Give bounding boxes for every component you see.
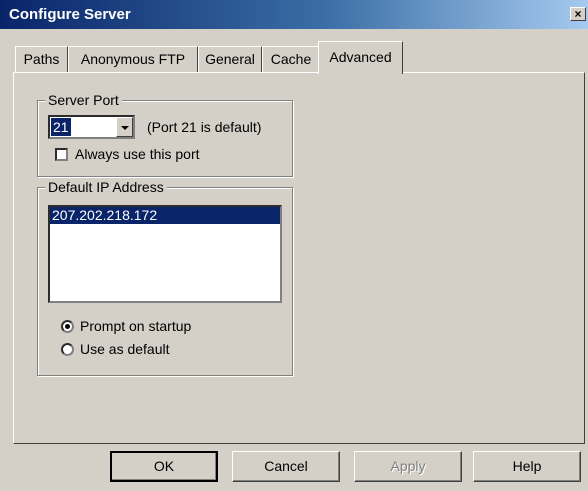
always-use-port-checkbox[interactable] xyxy=(55,148,68,161)
port-default-hint: (Port 21 is default) xyxy=(147,119,262,135)
port-value: 21 xyxy=(51,118,71,136)
title-bar: Configure Server × xyxy=(0,0,588,29)
prompt-on-startup-label[interactable]: Prompt on startup xyxy=(80,318,191,334)
tab-label: Paths xyxy=(23,51,60,67)
chevron-down-icon[interactable] xyxy=(116,117,133,137)
tab-paths[interactable]: Paths xyxy=(15,46,68,73)
tab-label: General xyxy=(205,51,255,67)
cancel-button[interactable]: Cancel xyxy=(232,451,340,482)
list-item[interactable]: 207.202.218.172 xyxy=(50,207,280,224)
close-icon: × xyxy=(574,7,582,21)
server-port-group-label: Server Port xyxy=(45,92,122,108)
tab-anonymous-ftp[interactable]: Anonymous FTP xyxy=(68,46,198,73)
server-port-group: Server Port 21 (Port 21 is default) Alwa… xyxy=(37,92,293,177)
tab-label: Anonymous FTP xyxy=(80,51,186,67)
tab-cache[interactable]: Cache xyxy=(262,46,320,73)
tab-label: Advanced xyxy=(329,49,392,65)
tab-advanced[interactable]: Advanced xyxy=(318,41,403,74)
help-button[interactable]: Help xyxy=(473,451,581,482)
tab-label: Cache xyxy=(270,51,312,67)
always-use-port-label[interactable]: Always use this port xyxy=(75,146,200,162)
window-title: Configure Server xyxy=(9,6,131,23)
ok-button[interactable]: OK xyxy=(110,451,218,482)
default-ip-group: Default IP Address 207.202.218.172 Promp… xyxy=(37,179,293,376)
port-combobox[interactable]: 21 xyxy=(48,115,135,139)
prompt-on-startup-radio[interactable] xyxy=(61,320,74,333)
close-button[interactable]: × xyxy=(570,7,586,21)
advanced-panel: Server Port 21 (Port 21 is default) Alwa… xyxy=(13,72,585,444)
ip-address-listbox[interactable]: 207.202.218.172 xyxy=(48,205,282,303)
tab-general[interactable]: General xyxy=(198,46,262,73)
default-ip-group-label: Default IP Address xyxy=(45,179,167,195)
apply-button[interactable]: Apply xyxy=(354,451,462,482)
use-as-default-label[interactable]: Use as default xyxy=(80,341,170,357)
use-as-default-radio[interactable] xyxy=(61,343,74,356)
